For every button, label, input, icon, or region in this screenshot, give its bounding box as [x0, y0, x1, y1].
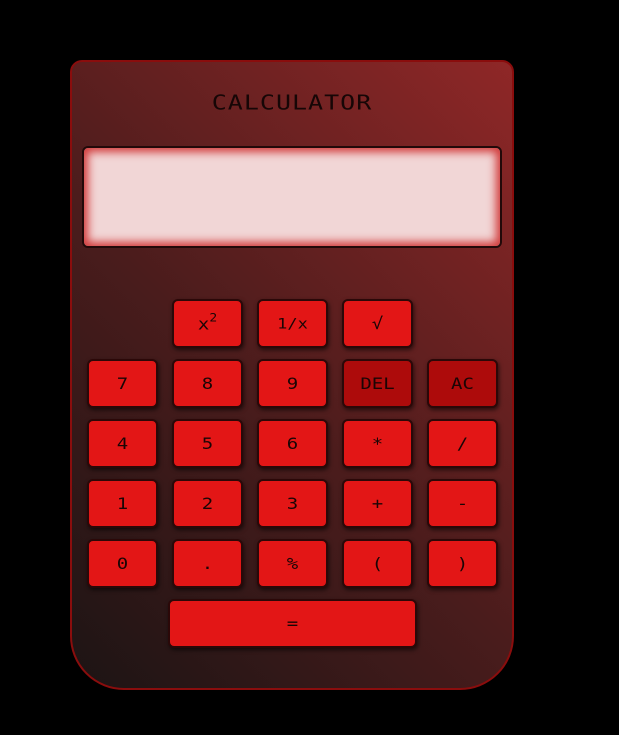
reciprocal-button[interactable]: 1/x — [257, 299, 328, 348]
percent-label: % — [286, 554, 299, 573]
app-title: CALCULATOR — [211, 90, 373, 115]
minus-button[interactable]: - — [427, 479, 498, 528]
square-root-button[interactable]: √ — [342, 299, 413, 348]
close-paren-label: ) — [456, 554, 469, 573]
digit-6-label: 6 — [286, 434, 299, 453]
digit-0-button[interactable]: 0 — [87, 539, 158, 588]
decimal-point-label: . — [201, 554, 214, 573]
digit-7-label: 7 — [116, 374, 129, 393]
digit-7-button[interactable]: 7 — [87, 359, 158, 408]
digit-6-button[interactable]: 6 — [257, 419, 328, 468]
all-clear-button[interactable]: AC — [427, 359, 498, 408]
equals-button[interactable]: = — [168, 599, 417, 648]
delete-label: DEL — [360, 374, 395, 393]
display-screen — [82, 146, 502, 248]
open-paren-button[interactable]: ( — [342, 539, 413, 588]
calculator-body: CALCULATOR x2 1/x √ 7 8 9 DEL AC 4 5 6 *… — [70, 60, 514, 690]
square-base: x — [197, 314, 210, 334]
digit-3-button[interactable]: 3 — [257, 479, 328, 528]
divide-button[interactable]: / — [427, 419, 498, 468]
digit-4-label: 4 — [116, 434, 129, 453]
digit-0-label: 0 — [116, 554, 129, 573]
digit-2-label: 2 — [201, 494, 214, 513]
all-clear-label: AC — [451, 374, 474, 393]
digit-1-button[interactable]: 1 — [87, 479, 158, 528]
digit-1-label: 1 — [116, 494, 129, 513]
digit-9-button[interactable]: 9 — [257, 359, 328, 408]
digit-8-label: 8 — [201, 374, 214, 393]
digit-2-button[interactable]: 2 — [172, 479, 243, 528]
multiply-label: * — [371, 434, 384, 453]
percent-button[interactable]: % — [257, 539, 328, 588]
digit-9-label: 9 — [286, 374, 299, 393]
square-exponent: 2 — [209, 311, 218, 325]
digit-5-button[interactable]: 5 — [172, 419, 243, 468]
digit-3-label: 3 — [286, 494, 299, 513]
square-button[interactable]: x2 — [172, 299, 243, 348]
delete-button[interactable]: DEL — [342, 359, 413, 408]
open-paren-label: ( — [371, 554, 384, 573]
reciprocal-label: 1/x — [277, 315, 308, 332]
plus-label: + — [371, 494, 384, 513]
close-paren-button[interactable]: ) — [427, 539, 498, 588]
digit-4-button[interactable]: 4 — [87, 419, 158, 468]
square-root-label: √ — [371, 314, 384, 333]
decimal-point-button[interactable]: . — [172, 539, 243, 588]
plus-button[interactable]: + — [342, 479, 413, 528]
multiply-button[interactable]: * — [342, 419, 413, 468]
divide-label: / — [456, 434, 469, 453]
digit-8-button[interactable]: 8 — [172, 359, 243, 408]
equals-label: = — [286, 614, 299, 633]
digit-5-label: 5 — [201, 434, 214, 453]
minus-label: - — [456, 494, 469, 513]
